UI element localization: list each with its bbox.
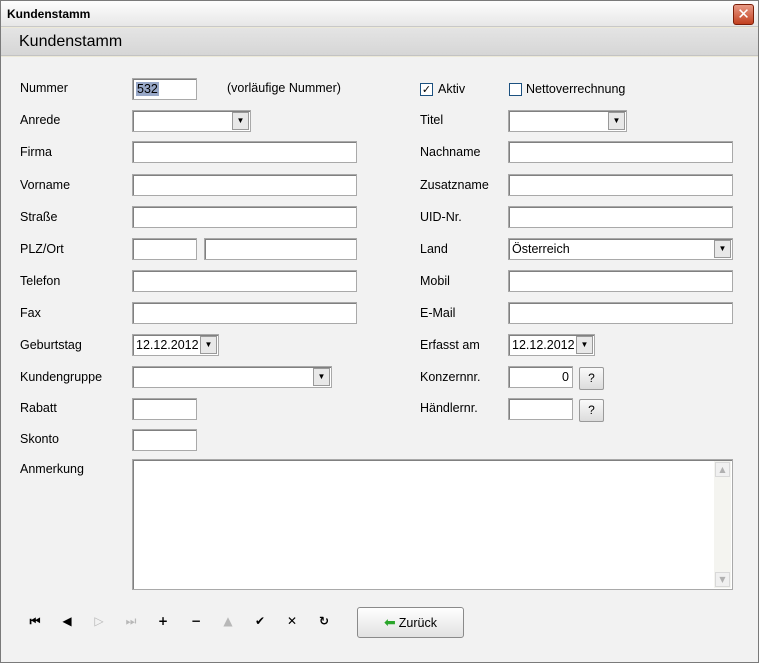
telefon-label: Telefon bbox=[20, 274, 61, 288]
nachname-input[interactable] bbox=[508, 141, 733, 163]
nettoverrechnung-checkbox[interactable] bbox=[509, 83, 522, 96]
first-record-icon[interactable]: ⏮ bbox=[25, 612, 45, 630]
refresh-icon[interactable]: ↻ bbox=[314, 612, 334, 630]
nummer-label: Nummer bbox=[20, 81, 68, 95]
fax-label: Fax bbox=[20, 306, 41, 320]
prior-record-icon[interactable]: ◀ bbox=[57, 612, 77, 630]
anmerkung-textarea[interactable]: ▲ ▼ bbox=[132, 459, 733, 590]
scroll-down-icon[interactable]: ▼ bbox=[715, 572, 730, 587]
kundenstamm-window: Kundenstamm ✕ Kundenstamm Nummer 532 (vo… bbox=[0, 0, 759, 663]
konzernnr-lookup-button[interactable]: ? bbox=[579, 367, 604, 390]
nummer-input[interactable]: 532 bbox=[132, 78, 197, 100]
uid-input[interactable] bbox=[508, 206, 733, 228]
back-arrow-icon: ⬅ bbox=[384, 614, 396, 630]
form-panel: Nummer 532 (vorläufige Nummer) ✓ Aktiv N… bbox=[1, 57, 758, 662]
strasse-input[interactable] bbox=[132, 206, 357, 228]
anrede-select[interactable]: ▼ bbox=[132, 110, 251, 132]
konzernnr-input[interactable]: 0 bbox=[508, 366, 573, 388]
uid-label: UID-Nr. bbox=[420, 210, 462, 224]
konzernnr-label: Konzernnr. bbox=[420, 370, 481, 384]
firma-input[interactable] bbox=[132, 141, 357, 163]
chevron-down-icon[interactable]: ▼ bbox=[576, 336, 593, 354]
chevron-down-icon[interactable]: ▼ bbox=[200, 336, 217, 354]
zusatzname-input[interactable] bbox=[508, 174, 733, 196]
erfasst-value: 12.12.2012 bbox=[512, 338, 575, 352]
titel-label: Titel bbox=[420, 113, 444, 127]
geburtstag-label: Geburtstag bbox=[20, 338, 82, 352]
nummer-note: (vorläufige Nummer) bbox=[227, 81, 341, 95]
rabatt-label: Rabatt bbox=[20, 401, 57, 415]
header-band: Kundenstamm bbox=[1, 28, 758, 56]
close-icon[interactable]: ✕ bbox=[733, 4, 754, 25]
land-label: Land bbox=[420, 242, 448, 256]
edit-record-icon[interactable]: ▲ bbox=[218, 612, 238, 630]
last-record-icon[interactable]: ⏭ bbox=[121, 612, 141, 630]
plzort-label: PLZ/Ort bbox=[20, 242, 64, 256]
erfasst-date-picker[interactable]: 12.12.2012 ▼ bbox=[508, 334, 595, 356]
mobil-input[interactable] bbox=[508, 270, 733, 292]
kundengruppe-label: Kundengruppe bbox=[20, 370, 103, 384]
insert-record-icon[interactable]: + bbox=[153, 612, 173, 630]
aktiv-checkbox[interactable]: ✓ bbox=[420, 83, 433, 96]
haendlernr-lookup-button[interactable]: ? bbox=[579, 399, 604, 422]
back-button[interactable]: ⬅ Zurück bbox=[357, 607, 464, 638]
land-value: Österreich bbox=[512, 242, 570, 256]
skonto-label: Skonto bbox=[20, 432, 59, 446]
nummer-value: 532 bbox=[136, 82, 159, 96]
mobil-label: Mobil bbox=[420, 274, 450, 288]
email-label: E-Mail bbox=[420, 306, 456, 320]
haendlernr-input[interactable] bbox=[508, 398, 573, 420]
chevron-down-icon[interactable]: ▼ bbox=[608, 112, 625, 130]
strasse-label: Straße bbox=[20, 210, 58, 224]
delete-record-icon[interactable]: − bbox=[186, 612, 206, 630]
firma-label: Firma bbox=[20, 145, 52, 159]
haendlernr-label: Händlernr. bbox=[420, 401, 478, 415]
kundengruppe-select[interactable]: ▼ bbox=[132, 366, 332, 388]
anmerkung-label: Anmerkung bbox=[20, 462, 84, 476]
nachname-label: Nachname bbox=[420, 145, 481, 159]
land-select[interactable]: Österreich ▼ bbox=[508, 238, 733, 260]
vorname-label: Vorname bbox=[20, 178, 71, 192]
window-title: Kundenstamm bbox=[7, 7, 91, 21]
geburtstag-value: 12.12.2012 bbox=[136, 338, 199, 352]
plz-input[interactable] bbox=[132, 238, 197, 260]
page-title: Kundenstamm bbox=[19, 33, 123, 50]
vertical-scrollbar[interactable]: ▲ ▼ bbox=[714, 461, 731, 588]
scroll-up-icon[interactable]: ▲ bbox=[715, 462, 730, 477]
next-record-icon[interactable]: ▷ bbox=[89, 612, 109, 630]
titel-select[interactable]: ▼ bbox=[508, 110, 627, 132]
title-bar[interactable]: Kundenstamm ✕ bbox=[1, 1, 758, 27]
post-record-icon[interactable]: ✔ bbox=[250, 612, 270, 630]
rabatt-input[interactable] bbox=[132, 398, 197, 420]
nettoverrechnung-label: Nettoverrechnung bbox=[526, 82, 626, 96]
vorname-input[interactable] bbox=[132, 174, 357, 196]
fax-input[interactable] bbox=[132, 302, 357, 324]
aktiv-label: Aktiv bbox=[438, 82, 466, 96]
cancel-record-icon[interactable]: ✕ bbox=[282, 612, 302, 630]
anrede-label: Anrede bbox=[20, 113, 61, 127]
telefon-input[interactable] bbox=[132, 270, 357, 292]
chevron-down-icon[interactable]: ▼ bbox=[232, 112, 249, 130]
erfasst-label: Erfasst am bbox=[420, 338, 480, 352]
chevron-down-icon[interactable]: ▼ bbox=[714, 240, 731, 258]
ort-input[interactable] bbox=[204, 238, 357, 260]
skonto-input[interactable] bbox=[132, 429, 197, 451]
email-input[interactable] bbox=[508, 302, 733, 324]
geburtstag-date-picker[interactable]: 12.12.2012 ▼ bbox=[132, 334, 219, 356]
chevron-down-icon[interactable]: ▼ bbox=[313, 368, 330, 386]
zusatzname-label: Zusatzname bbox=[420, 178, 489, 192]
back-button-label: Zurück bbox=[398, 616, 437, 630]
